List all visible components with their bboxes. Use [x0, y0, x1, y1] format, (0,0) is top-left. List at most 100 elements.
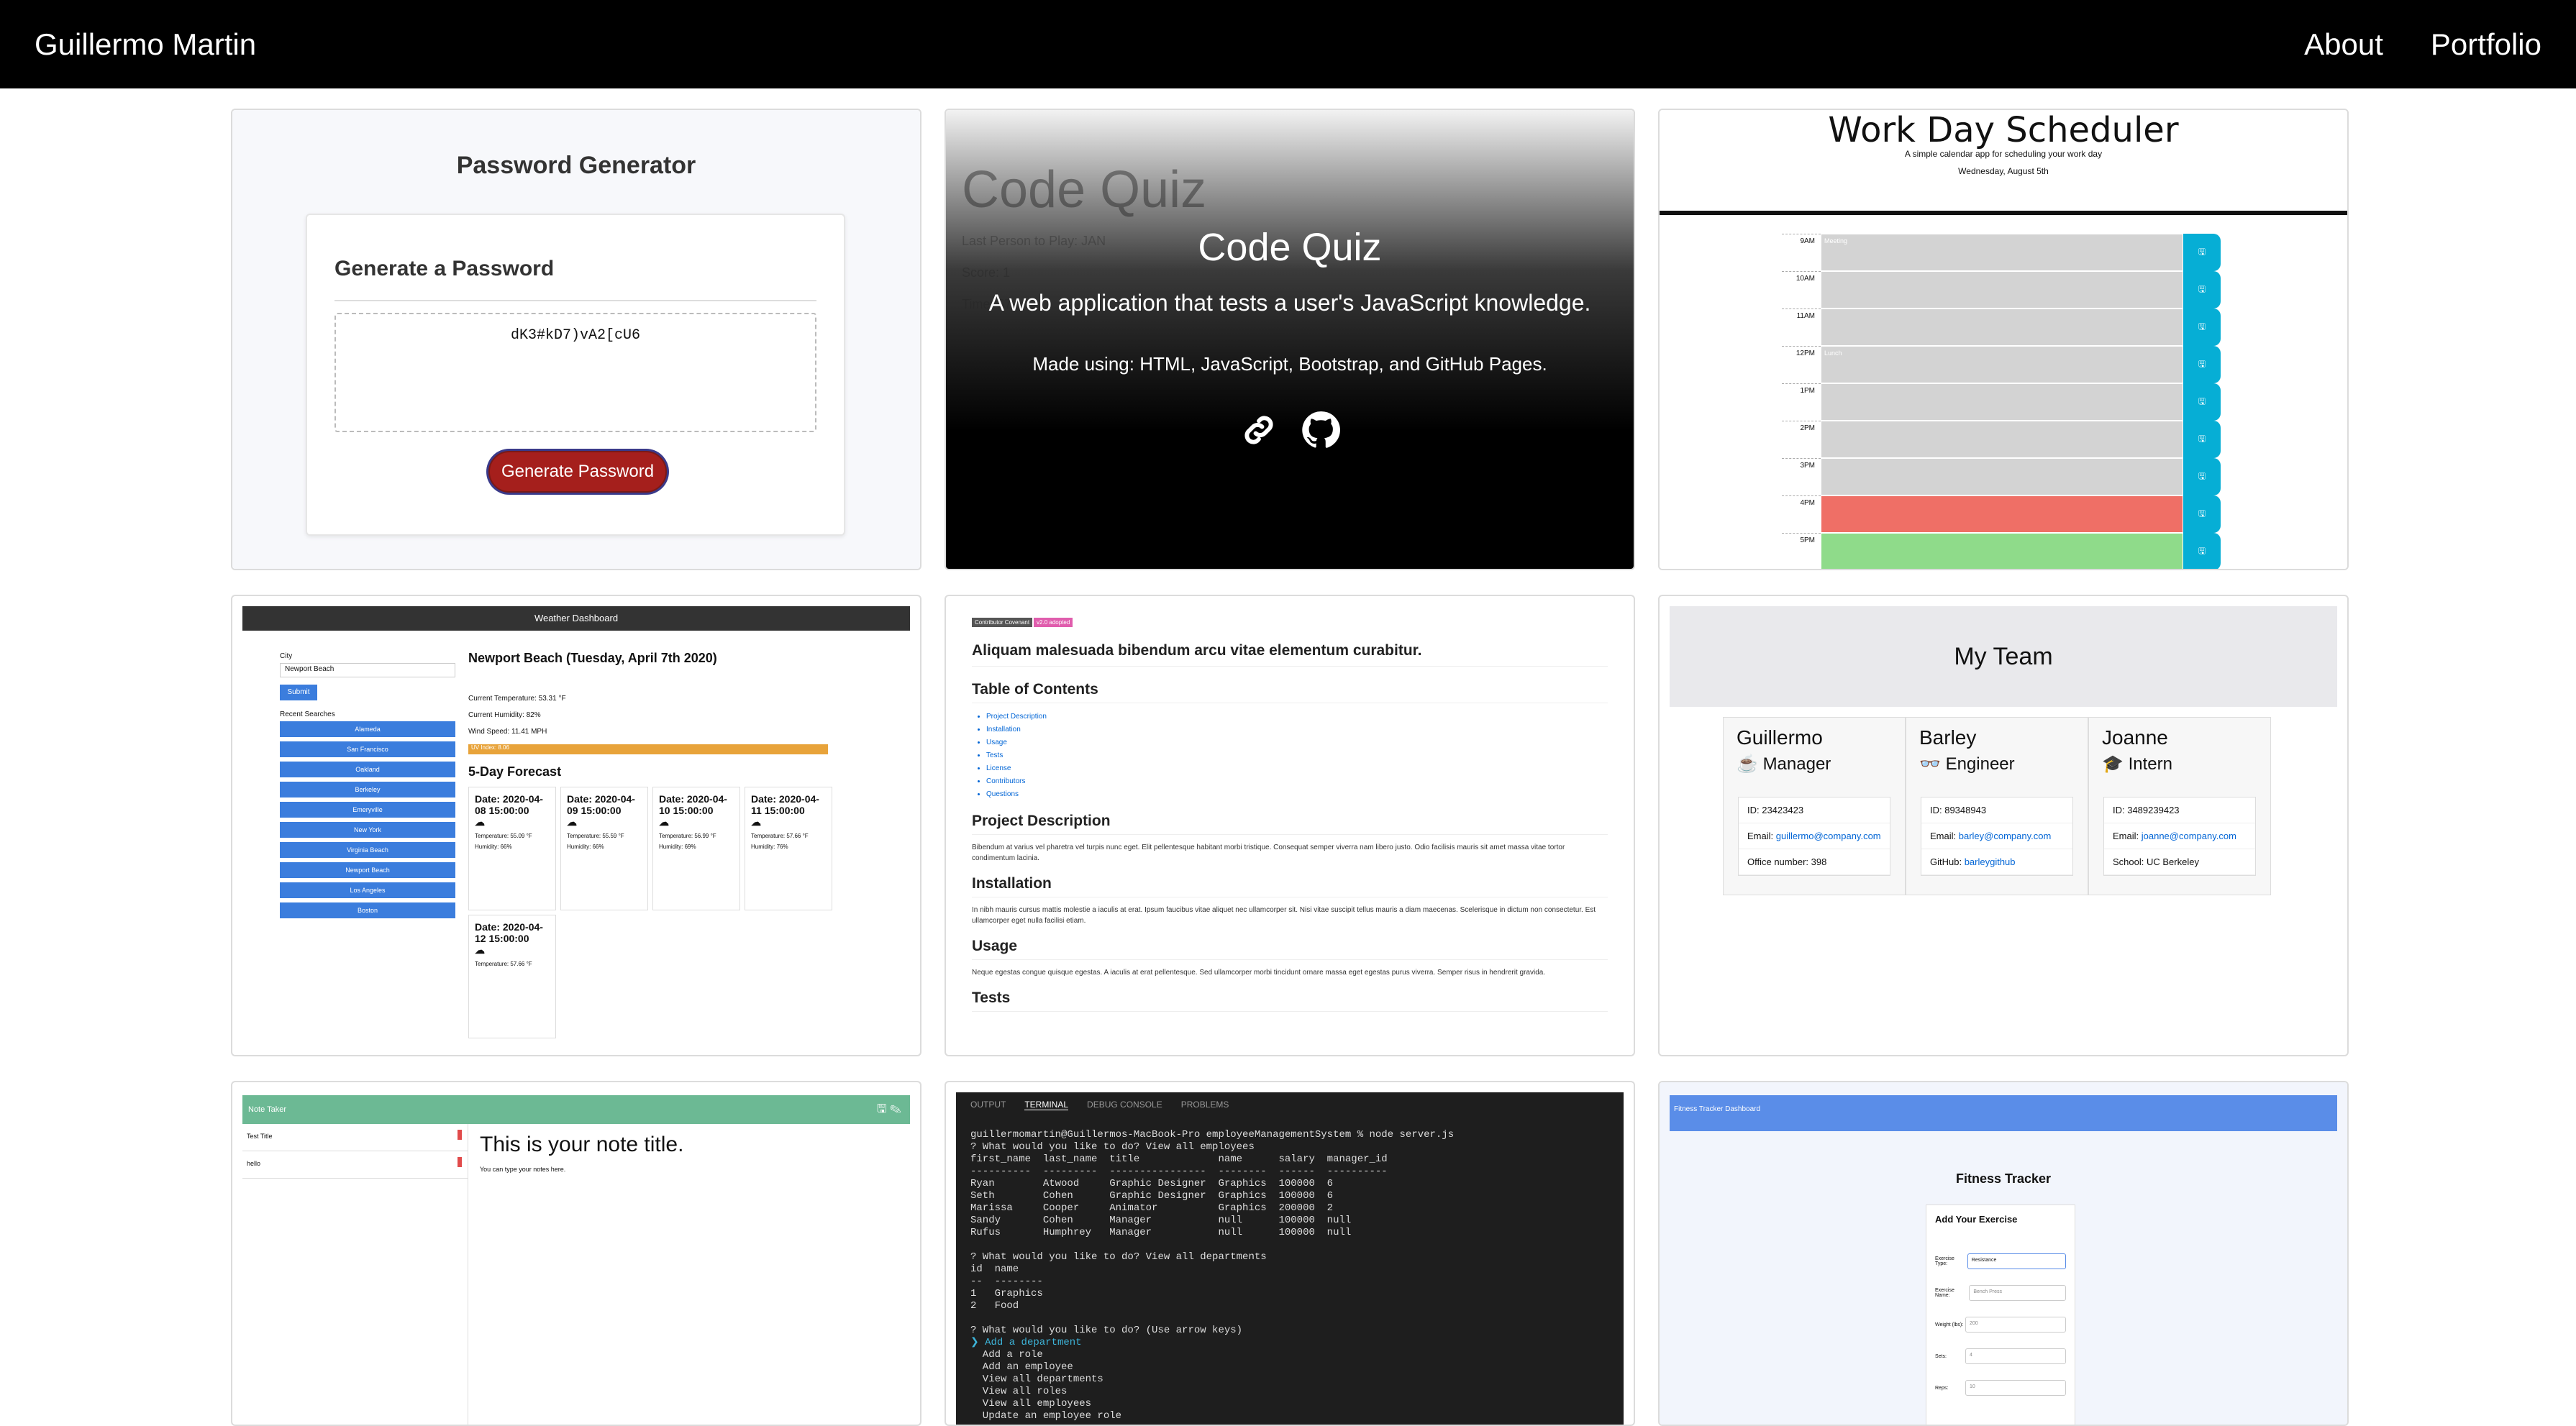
delete-icon: [458, 1157, 462, 1167]
hour-label: 4PM: [1782, 495, 1821, 533]
ft-form-title: Add Your Exercise: [1935, 1214, 2018, 1225]
time-block: 2PM 🖫: [1782, 421, 2221, 458]
field-label: Exercise Type:: [1935, 1256, 1954, 1266]
role-label: Intern: [2128, 754, 2172, 774]
wd-rows: 9AM Meeting 🖫 10AM 🖫 11AM 🖫 12PM Lunch 🖫 1PM 🖫 2PM 🖫 3…: [1782, 234, 2221, 569]
wx-humidity: Current Humidity: 82%: [468, 711, 541, 719]
toc-link: Usage: [986, 736, 1608, 749]
list-item: hello: [242, 1151, 468, 1179]
employee-details: ID: 23423423 Email: guillermo@company.com…: [1738, 797, 1890, 876]
terminal-line: first_name last_name title name salary m…: [970, 1153, 1388, 1165]
hour-label: 11AM: [1782, 308, 1821, 346]
forecast-humidity: Humidity: 69%: [659, 844, 696, 850]
terminal-line: Ryan Atwood Graphic Designer Graphics 10…: [970, 1178, 1334, 1189]
forecast-humidity: Humidity: 76%: [751, 844, 788, 850]
github-icon[interactable]: [1301, 411, 1340, 459]
weather-icon: ☁: [475, 816, 485, 828]
wx-temp: Current Temperature: 53.31 °F: [468, 695, 566, 703]
ft-fields: Exercise Type: Resistance Exercise Name: Be…: [1935, 1253, 2066, 1396]
wx-city-input: Newport Beach: [280, 663, 455, 677]
employee-name: Barley: [1919, 726, 1977, 749]
field-input: 4: [1965, 1348, 2066, 1364]
project-card-note-taker[interactable]: Note Taker 🖫 ✎ Test Title hello This is …: [231, 1081, 921, 1426]
project-overlay: Code Quiz Last Person to Play: JAN Score…: [946, 110, 1634, 569]
time-block: 1PM 🖫: [1782, 383, 2221, 421]
terminal-line: Rufus Humphrey Manager null 100000 null: [970, 1227, 1352, 1238]
nt-note-title: This is your note title.: [480, 1133, 684, 1156]
rm-usage-heading: Usage: [972, 938, 1608, 960]
rm-install-heading: Installation: [972, 875, 1608, 897]
field-input: 10: [1965, 1380, 2066, 1396]
city-button: San Francisco: [280, 741, 455, 757]
event-text: [1821, 383, 2183, 421]
brand-link[interactable]: Guillermo Martin: [35, 27, 256, 62]
hour-label: 3PM: [1782, 458, 1821, 495]
wx-recent-label: Recent Searches: [280, 710, 335, 718]
field-label: Reps:: [1935, 1385, 1949, 1391]
project-card-password-generator[interactable]: Password Generator Generate a Password d…: [231, 109, 921, 570]
terminal-output: guillermomartin@Guillermos-MacBook-Pro e…: [970, 1129, 1609, 1422]
ft-header: Fitness Tracker Dashboard: [1670, 1095, 2337, 1131]
rm-tests-heading: Tests: [972, 989, 1608, 1012]
field-label: Exercise Name:: [1935, 1288, 1954, 1298]
forecast-day: Date: 2020-04-09 15:00:00 ☁ Temperature: 5…: [560, 787, 648, 910]
employee-extra: School: UC Berkeley: [2104, 849, 2255, 875]
nav-links: About Portfolio: [2304, 27, 2541, 62]
time-block: 11AM 🖫: [1782, 308, 2221, 346]
top-navbar: Guillermo Martin About Portfolio: [0, 0, 2576, 88]
employee-card: Barley 👓 Engineer ID: 89348943 Email: barle…: [1906, 717, 2088, 895]
project-screenshot: Work Day Scheduler A simple calendar app…: [1660, 110, 2347, 569]
pg-title: Password Generator: [456, 152, 696, 179]
nt-item-title: Test Title: [247, 1133, 273, 1140]
toc-link: Questions: [986, 788, 1608, 801]
time-block: 4PM 🖫: [1782, 495, 2221, 533]
save-icon: 🖫 ✎: [876, 1103, 901, 1115]
forecast-day: Date: 2020-04-10 15:00:00 ☁ Temperature: 5…: [652, 787, 740, 910]
rm-desc-heading: Project Description: [972, 813, 1608, 835]
employee-header: Guillermo ☕ Manager: [1724, 718, 1905, 784]
role-icon: 👓: [1919, 754, 1946, 774]
employee-extra: GitHub: barleygithub: [1921, 849, 2072, 875]
project-card-code-quiz[interactable]: Code Quiz Last Person to Play: JAN Score…: [945, 109, 1635, 570]
email-label: Email:: [1930, 831, 1959, 841]
city-button: Boston: [280, 902, 455, 918]
nt-note-text: You can type your notes here.: [480, 1166, 566, 1173]
terminal-tab: TERMINAL: [1024, 1100, 1069, 1110]
toc-link: Project Description: [986, 710, 1608, 723]
delete-icon: [458, 1130, 462, 1140]
email-link: guillermo@company.com: [1775, 831, 1881, 841]
hour-label: 2PM: [1782, 421, 1821, 458]
email-label: Email:: [1747, 831, 1776, 841]
event-text: [1821, 458, 2183, 495]
terminal-line: Add an employee: [970, 1361, 1073, 1373]
project-card-work-day-scheduler[interactable]: Work Day Scheduler A simple calendar app…: [1658, 109, 2349, 570]
link-icon[interactable]: [1239, 411, 1278, 459]
rm-toc-heading: Table of Contents: [972, 681, 1608, 703]
pg-subtitle: Generate a Password: [334, 257, 555, 280]
time-block: 9AM Meeting 🖫: [1782, 234, 2221, 271]
wx-heading: Newport Beach (Tuesday, April 7th 2020): [468, 651, 717, 665]
rm-title: Aliquam malesuada bibendum arcu vitae el…: [972, 641, 1608, 667]
employee-header: Barley 👓 Engineer: [1906, 718, 2088, 784]
terminal-line: -- --------: [970, 1276, 1043, 1287]
wx-city-list: Alameda San Francisco Oakland Berkeley Emery…: [280, 721, 455, 918]
project-card-fitness-tracker[interactable]: Fitness Tracker Dashboard Fitness Tracke…: [1658, 1081, 2349, 1426]
weather-icon: ☁: [751, 816, 761, 828]
nav-link-portfolio[interactable]: Portfolio: [2431, 27, 2541, 62]
badge: v2.0 adopted: [1034, 618, 1073, 627]
employee-header: Joanne 🎓 Intern: [2089, 718, 2270, 784]
nav-link-about[interactable]: About: [2304, 27, 2383, 62]
forecast-humidity: Humidity: 66%: [475, 844, 512, 850]
nt-header: Note Taker 🖫 ✎: [242, 1095, 910, 1124]
role-label: Manager: [1762, 754, 1831, 774]
project-card-team-profile[interactable]: My Team Guillermo ☕ Manager ID: 23423423 Em…: [1658, 595, 2349, 1056]
project-card-employee-management[interactable]: OUTPUT TERMINAL DEBUG CONSOLE PROBLEMS guil…: [945, 1081, 1635, 1426]
forecast-day: Date: 2020-04-11 15:00:00 ☁ Temperature: 5…: [745, 787, 832, 910]
terminal-line: View all employees: [970, 1398, 1092, 1409]
project-card-weather-dashboard[interactable]: Weather Dashboard City Newport Beach Sub…: [231, 595, 921, 1056]
project-card-readme-generator[interactable]: Contributor Covenant v2.0 adopted Aliqua…: [945, 595, 1635, 1056]
wx-wind: Wind Speed: 11.41 MPH: [468, 728, 547, 736]
employee-card: Joanne 🎓 Intern ID: 3489239423 Email: joann…: [2088, 717, 2271, 895]
forecast-date: Date: 2020-04-08 15:00:00: [475, 793, 543, 816]
